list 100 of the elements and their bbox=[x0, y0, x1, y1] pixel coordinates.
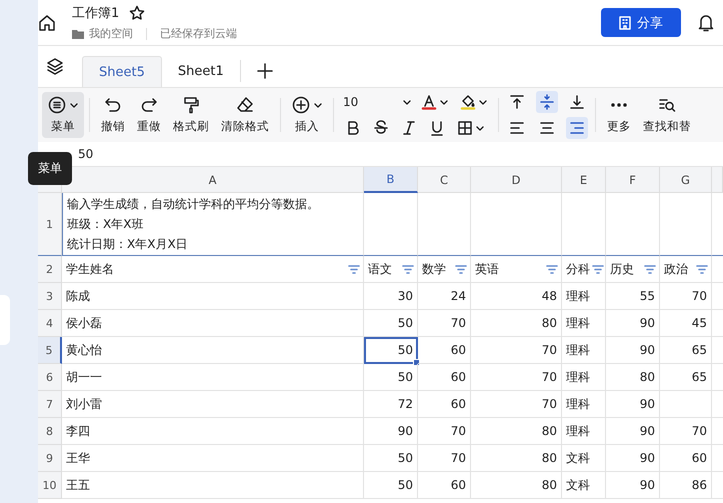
sheet-tab[interactable]: Sheet5 bbox=[82, 56, 162, 87]
row-header[interactable]: 5 bbox=[38, 337, 62, 364]
table-cell[interactable]: 英语 bbox=[471, 256, 562, 283]
table-cell[interactable]: 70 bbox=[418, 310, 471, 337]
table-cell[interactable]: 刘小雷 bbox=[62, 391, 364, 418]
table-cell[interactable]: 文科 bbox=[562, 445, 606, 472]
row-header[interactable]: 3 bbox=[38, 283, 62, 310]
table-cell[interactable]: 90 bbox=[606, 418, 660, 445]
table-cell[interactable]: 陈成 bbox=[62, 283, 364, 310]
row-header[interactable]: 9 bbox=[38, 445, 62, 472]
filter-icon[interactable] bbox=[546, 264, 558, 274]
table-cell[interactable]: 30 bbox=[364, 283, 418, 310]
filter-icon[interactable] bbox=[644, 264, 656, 274]
table-cell[interactable]: 24 bbox=[418, 283, 471, 310]
table-cell[interactable]: 学生姓名 bbox=[62, 256, 364, 283]
filter-icon[interactable] bbox=[402, 264, 414, 274]
bell-icon[interactable] bbox=[697, 12, 715, 32]
selected-cell[interactable]: 50 bbox=[364, 337, 418, 364]
table-cell[interactable]: 90 bbox=[606, 310, 660, 337]
toolbar-button[interactable]: 重做 bbox=[131, 92, 167, 138]
table-cell[interactable]: 50 bbox=[364, 445, 418, 472]
table-cell[interactable]: 90 bbox=[606, 337, 660, 364]
row-header[interactable]: 4 bbox=[38, 310, 62, 337]
row-header[interactable]: 7 bbox=[38, 391, 62, 418]
table-cell[interactable]: 李四 bbox=[62, 418, 364, 445]
table-cell[interactable]: 理科 bbox=[562, 337, 606, 364]
sheet-tab[interactable]: Sheet1 bbox=[162, 56, 240, 87]
table-cell[interactable]: 60 bbox=[418, 391, 471, 418]
plus-icon[interactable] bbox=[256, 63, 273, 79]
table-cell[interactable]: 70 bbox=[418, 445, 471, 472]
column-header[interactable]: E bbox=[562, 167, 606, 193]
table-cell[interactable]: 70 bbox=[660, 418, 712, 445]
table-cell[interactable]: 80 bbox=[471, 445, 562, 472]
toolbar-button[interactable]: 清除格式 bbox=[215, 92, 275, 138]
table-cell[interactable]: 70 bbox=[471, 364, 562, 391]
fill-handle[interactable] bbox=[413, 359, 420, 366]
table-cell[interactable]: 50 bbox=[364, 472, 418, 499]
align-middle-button[interactable] bbox=[536, 91, 558, 113]
table-cell[interactable]: 胡一一 bbox=[62, 364, 364, 391]
align-right-button[interactable] bbox=[566, 117, 588, 139]
table-cell[interactable]: 60 bbox=[418, 337, 471, 364]
table-cell[interactable]: 理科 bbox=[562, 418, 606, 445]
table-cell[interactable]: 输入学生成绩，自动统计学科的平均分等数据。 班级：X年X班 统计日期：X年X月X日 bbox=[62, 193, 364, 256]
row-header[interactable]: 10 bbox=[38, 472, 62, 499]
more-button[interactable]: 更多 bbox=[601, 92, 637, 138]
table-cell[interactable]: 理科 bbox=[562, 283, 606, 310]
table-cell[interactable]: 45 bbox=[660, 310, 712, 337]
table-cell[interactable]: 数学 bbox=[418, 256, 471, 283]
row-header[interactable]: 6 bbox=[38, 364, 62, 391]
table-cell[interactable]: 语文 bbox=[364, 256, 418, 283]
row-header[interactable]: 8 bbox=[38, 418, 62, 445]
table-cell[interactable]: 60 bbox=[660, 445, 712, 472]
filter-icon[interactable] bbox=[348, 264, 360, 274]
table-cell[interactable]: 王五 bbox=[62, 472, 364, 499]
toolbar-button[interactable]: 菜单 bbox=[42, 92, 84, 138]
star-icon[interactable] bbox=[129, 5, 146, 21]
table-cell[interactable]: 政治 bbox=[660, 256, 712, 283]
toolbar-button[interactable]: 格式刷 bbox=[167, 92, 215, 138]
table-cell[interactable]: 80 bbox=[471, 418, 562, 445]
table-cell[interactable]: 70 bbox=[418, 418, 471, 445]
toolbar-button[interactable]: 撤销 bbox=[95, 92, 131, 138]
column-header[interactable]: F bbox=[606, 167, 660, 193]
table-cell[interactable]: 黄心怡 bbox=[62, 337, 364, 364]
table-cell[interactable]: 86 bbox=[660, 472, 712, 499]
row-header[interactable]: 2 bbox=[38, 256, 62, 283]
table-cell[interactable]: 60 bbox=[418, 364, 471, 391]
location-link[interactable]: 我的空间 bbox=[89, 26, 133, 41]
table-cell[interactable]: 48 bbox=[471, 283, 562, 310]
column-header[interactable]: A bbox=[62, 167, 364, 193]
table-cell[interactable]: 55 bbox=[606, 283, 660, 310]
home-icon[interactable] bbox=[38, 14, 56, 32]
table-cell[interactable]: 理科 bbox=[562, 310, 606, 337]
table-cell[interactable]: 90 bbox=[606, 391, 660, 418]
row-header[interactable]: 1 bbox=[38, 193, 62, 256]
column-header[interactable]: G bbox=[660, 167, 712, 193]
table-cell[interactable]: 65 bbox=[660, 364, 712, 391]
table-cell[interactable]: 理科 bbox=[562, 364, 606, 391]
table-cell[interactable]: 90 bbox=[606, 445, 660, 472]
table-cell[interactable]: 65 bbox=[660, 337, 712, 364]
table-cell[interactable]: 分科 bbox=[562, 256, 606, 283]
find-replace-button[interactable]: 查找和替 bbox=[637, 92, 691, 138]
filter-icon[interactable] bbox=[696, 264, 708, 274]
font-size-dropdown[interactable]: 10 bbox=[343, 95, 411, 109]
table-cell[interactable]: 72 bbox=[364, 391, 418, 418]
table-cell[interactable]: 70 bbox=[660, 283, 712, 310]
table-cell[interactable]: 80 bbox=[471, 310, 562, 337]
table-cell[interactable]: 60 bbox=[418, 472, 471, 499]
table-cell[interactable]: 文科 bbox=[562, 472, 606, 499]
table-cell[interactable]: 50 bbox=[364, 364, 418, 391]
table-cell[interactable]: 90 bbox=[606, 472, 660, 499]
table-cell[interactable]: 理科 bbox=[562, 391, 606, 418]
toolbar-button[interactable]: 插入 bbox=[286, 92, 328, 138]
table-cell[interactable]: 侯小磊 bbox=[62, 310, 364, 337]
column-header[interactable]: C bbox=[418, 167, 471, 193]
table-cell[interactable]: 80 bbox=[471, 472, 562, 499]
column-header[interactable]: D bbox=[471, 167, 562, 193]
table-cell[interactable]: 50 bbox=[364, 310, 418, 337]
column-header[interactable]: B bbox=[364, 167, 418, 193]
share-button[interactable]: 分享 bbox=[601, 8, 681, 37]
table-cell[interactable]: 70 bbox=[471, 337, 562, 364]
